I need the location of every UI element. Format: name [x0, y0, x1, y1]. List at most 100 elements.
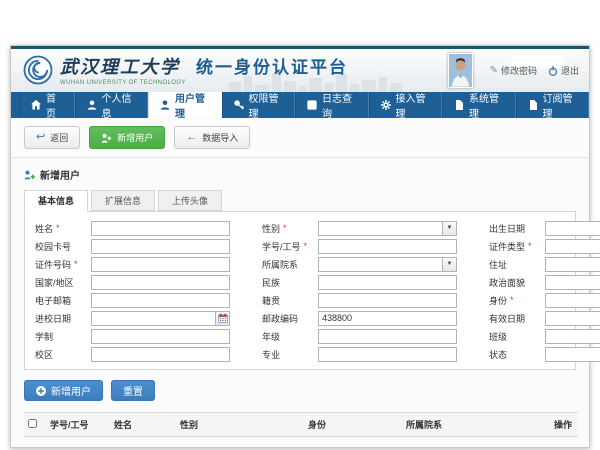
field-label: 电子邮箱 [35, 294, 71, 307]
add-user-label: 新增用户 [117, 131, 153, 144]
reset-label: 重置 [123, 383, 143, 398]
nav-item-logs[interactable]: 日志查询 [295, 92, 369, 118]
schooling-length-input[interactable] [91, 329, 230, 344]
calendar-icon [218, 313, 228, 323]
student-id-input[interactable] [318, 239, 457, 254]
field-department: 所属院系 ▼ [262, 257, 457, 271]
field-country-region: 国家/地区 [35, 275, 230, 289]
id-number-input[interactable] [91, 257, 230, 272]
field-name: 姓名* [35, 221, 230, 235]
dropdown-button[interactable]: ▼ [443, 221, 457, 236]
back-button[interactable]: ↩ 返回 [24, 126, 80, 149]
nav-item-label: 订阅管理 [543, 90, 578, 120]
nav-item-label: 接入管理 [396, 90, 431, 120]
field-label: 姓名 [35, 222, 53, 235]
nav-item-home[interactable]: 首页 [19, 92, 75, 118]
entry-date-input[interactable] [91, 311, 216, 326]
field-campus: 校区 [35, 347, 230, 361]
skyline-bar [255, 85, 269, 92]
user-icon [160, 100, 170, 110]
address-input[interactable] [545, 257, 600, 272]
add-user-toolbar-button[interactable]: 新增用户 [89, 126, 165, 149]
required-mark: * [74, 259, 78, 269]
pencil-icon: ✎ [490, 65, 498, 76]
country-region-input[interactable] [91, 275, 230, 290]
valid-date-input[interactable] [545, 311, 600, 326]
id-type-input[interactable] [545, 239, 600, 254]
table-header-row: 学号/工号 姓名 性别 身份 所属院系 操作 [24, 413, 578, 437]
field-native-place: 籍贯 [262, 293, 457, 307]
gender-select[interactable] [318, 221, 443, 236]
field-label: 学制 [35, 330, 53, 343]
native-place-input[interactable] [318, 293, 457, 308]
major-input[interactable] [318, 347, 457, 362]
nav-item-access[interactable]: 接入管理 [369, 92, 443, 118]
field-student-id: 学号/工号* [262, 239, 457, 253]
column-student-id: 学号/工号 [46, 413, 110, 437]
main-navbar: 首页 个人信息 用户管理 权限管理 日志查询 接入管理 系统管理 订阅管理 [11, 92, 589, 118]
field-valid-date: 有效日期 [489, 311, 600, 325]
nav-item-system[interactable]: 系统管理 [442, 92, 516, 118]
field-label: 学号/工号 [262, 240, 301, 253]
field-ethnicity: 民族 [262, 275, 457, 289]
political-status-input[interactable] [545, 275, 600, 290]
column-name: 姓名 [110, 413, 176, 437]
tab-upload-avatar[interactable]: 上传头像 [158, 190, 222, 211]
reset-button[interactable]: 重置 [111, 380, 155, 401]
change-password-link[interactable]: ✎ 修改密码 [490, 64, 537, 77]
chevron-down-icon: ▼ [447, 225, 453, 231]
logout-link[interactable]: 退出 [548, 64, 579, 77]
department-select[interactable] [318, 257, 443, 272]
birth-date-input[interactable] [545, 221, 600, 236]
field-label: 邮政编码 [262, 312, 298, 325]
section-title: 新增用户 [11, 158, 589, 190]
field-label: 籍贯 [262, 294, 280, 307]
log-check-icon [307, 100, 317, 110]
field-label: 证件类型 [489, 240, 525, 253]
university-logo [23, 55, 53, 85]
nav-item-subscriptions[interactable]: 订阅管理 [516, 92, 590, 118]
power-icon [548, 66, 558, 76]
file-icon [528, 100, 538, 110]
university-name-cn: 武汉理工大学 [60, 53, 180, 79]
tab-extended-info[interactable]: 扩展信息 [91, 190, 155, 211]
field-email: 电子邮箱 [35, 293, 230, 307]
nav-item-profile[interactable]: 个人信息 [75, 92, 149, 118]
select-all-checkbox[interactable] [28, 419, 37, 428]
dropdown-button[interactable]: ▼ [443, 257, 457, 272]
campus-card-input[interactable] [91, 239, 230, 254]
campus-input[interactable] [91, 347, 230, 362]
field-label: 证件号码 [35, 258, 71, 271]
logout-label: 退出 [561, 64, 579, 77]
identity-input[interactable] [545, 293, 600, 308]
file-icon [454, 100, 464, 110]
email-input[interactable] [91, 293, 230, 308]
tab-basic-info[interactable]: 基本信息 [24, 190, 88, 212]
field-label: 校园卡号 [35, 240, 71, 253]
back-label: 返回 [50, 131, 68, 144]
change-password-label: 修改密码 [501, 64, 537, 77]
class-input[interactable] [545, 329, 600, 344]
nav-item-user-management[interactable]: 用户管理 [148, 92, 222, 118]
app-window: 武汉理工大学 统一身份认证平台 WUHAN UNIVERSITY OF TECH… [10, 45, 590, 448]
column-operations: 操作 [550, 413, 578, 437]
platform-title: 统一身份认证平台 [196, 53, 348, 78]
required-mark: * [528, 241, 532, 251]
grade-input[interactable] [318, 329, 457, 344]
data-import-button[interactable]: ← 数据导入 [174, 126, 250, 149]
nav-item-permissions[interactable]: 权限管理 [222, 92, 296, 118]
field-class: 班级 [489, 329, 600, 343]
field-label: 身份 [489, 294, 507, 307]
submit-add-user-button[interactable]: 新增用户 [24, 380, 103, 401]
postal-code-input[interactable] [318, 311, 457, 326]
home-icon [31, 100, 41, 110]
field-label: 年级 [262, 330, 280, 343]
name-input[interactable] [91, 221, 230, 236]
ethnicity-input[interactable] [318, 275, 457, 290]
date-picker-button[interactable] [216, 311, 230, 326]
nav-item-label: 日志查询 [322, 90, 357, 120]
status-input[interactable] [545, 347, 600, 362]
key-icon [234, 100, 244, 110]
app-header: 武汉理工大学 统一身份认证平台 WUHAN UNIVERSITY OF TECH… [11, 49, 589, 92]
field-campus-card: 校园卡号 [35, 239, 230, 253]
